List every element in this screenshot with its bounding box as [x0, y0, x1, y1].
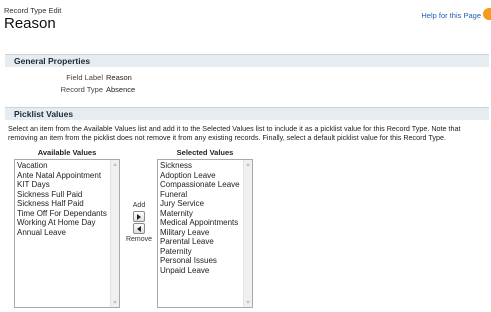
selected-value-option[interactable]: Maternity	[160, 209, 252, 219]
selected-value-option[interactable]: Personal Issues	[160, 256, 252, 266]
picklist-instructions: Select an item from the Available Values…	[8, 124, 461, 142]
available-scrollbar[interactable]	[110, 160, 119, 307]
remove-label: Remove	[125, 236, 153, 243]
field-row-record-type: Record Type Absence	[5, 84, 489, 95]
arrow-left-icon	[137, 226, 141, 232]
general-properties-header: General Properties	[5, 54, 489, 67]
selected-value-option[interactable]: Compassionate Leave	[160, 180, 252, 190]
arrow-right-icon	[137, 214, 141, 220]
add-button[interactable]	[133, 211, 145, 222]
selected-values-list[interactable]: Sickness Adoption Leave Compassionate Leav…	[157, 159, 253, 308]
available-value-option[interactable]: Ante Natal Appointment	[17, 171, 119, 181]
page-title: Reason	[4, 15, 56, 32]
general-properties-title: General Properties	[14, 56, 91, 66]
selected-value-option[interactable]: Sickness	[160, 161, 252, 171]
selected-value-option[interactable]: Jury Service	[160, 199, 252, 209]
picklist-values-header: Picklist Values	[5, 107, 489, 120]
scroll-down-icon[interactable]	[113, 301, 117, 304]
available-values-header: Available Values	[37, 148, 97, 157]
available-value-option[interactable]: Working At Home Day	[17, 218, 119, 228]
available-value-option[interactable]: Sickness Half Paid	[17, 199, 119, 209]
available-value-option[interactable]: KIT Days	[17, 180, 119, 190]
available-value-option[interactable]: Annual Leave	[17, 228, 119, 238]
record-type-value: Absence	[106, 85, 136, 94]
available-values-list[interactable]: Vacation Ante Natal Appointment KIT Days Si…	[14, 159, 120, 308]
selected-value-option[interactable]: Unpaid Leave	[160, 266, 252, 276]
help-icon[interactable]	[483, 8, 491, 20]
selected-value-option[interactable]: Funeral	[160, 190, 252, 200]
field-row-field-label: Field Label Reason	[5, 72, 489, 83]
scroll-up-icon[interactable]	[246, 163, 250, 166]
available-value-option[interactable]: Sickness Full Paid	[17, 190, 119, 200]
selected-scrollbar[interactable]	[243, 160, 252, 307]
selected-value-option[interactable]: Parental Leave	[160, 237, 252, 247]
selected-values-header: Selected Values	[176, 148, 234, 157]
selected-value-option[interactable]: Military Leave	[160, 228, 252, 238]
field-label-value: Reason	[106, 73, 132, 82]
scroll-down-icon[interactable]	[246, 301, 250, 304]
add-label: Add	[132, 202, 146, 209]
selected-value-option[interactable]: Adoption Leave	[160, 171, 252, 181]
breadcrumb: Record Type Edit	[4, 6, 62, 15]
selected-value-option[interactable]: Paternity	[160, 247, 252, 257]
selected-values-items: Sickness Adoption Leave Compassionate Leav…	[158, 160, 252, 275]
field-label-label: Field Label	[66, 73, 103, 82]
page-header: Record Type Edit Reason Help for this Pa…	[4, 6, 491, 38]
scroll-up-icon[interactable]	[113, 163, 117, 166]
help-link[interactable]: Help for this Page	[421, 11, 481, 20]
available-values-items: Vacation Ante Natal Appointment KIT Days Si…	[15, 160, 119, 237]
record-type-label: Record Type	[60, 85, 103, 94]
picklist-mover: Add Remove	[122, 201, 156, 244]
available-value-option[interactable]: Vacation	[17, 161, 119, 171]
picklist-values-title: Picklist Values	[14, 109, 74, 119]
selected-value-option[interactable]: Medical Appointments	[160, 218, 252, 228]
available-value-option[interactable]: Time Off For Dependants	[17, 209, 119, 219]
remove-button[interactable]	[133, 223, 145, 234]
